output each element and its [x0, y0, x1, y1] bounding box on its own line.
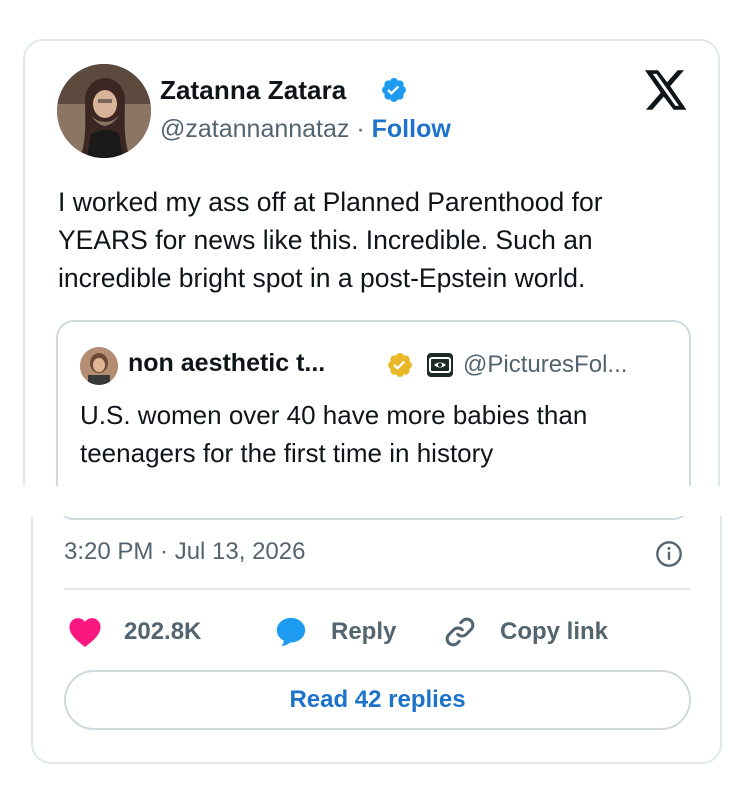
divider [64, 588, 690, 590]
reply-label: Reply [331, 618, 397, 645]
copy-link-button[interactable]: Copy link [442, 614, 608, 650]
quoted-author-name: non aesthetic t... [128, 349, 326, 377]
quoted-avatar [80, 347, 118, 385]
like-button[interactable]: 202.8K [68, 614, 201, 650]
tweet-timestamp[interactable]: 3:20 PM · Jul 13, 2026 [64, 538, 305, 566]
copy-link-label: Copy link [500, 618, 609, 645]
heart-icon [69, 618, 101, 648]
x-logo-icon[interactable] [645, 70, 688, 110]
author-handle[interactable]: @zatannannataz [160, 115, 349, 143]
quoted-tweet-text: U.S. women over 40 have more babies than… [80, 400, 588, 468]
blue-check-icon [382, 78, 406, 102]
read-replies-label: Read 42 replies [289, 686, 466, 713]
author-avatar[interactable] [57, 64, 151, 158]
card-separator [0, 486, 750, 516]
author-name[interactable]: Zatanna Zatara [160, 75, 346, 106]
follow-link[interactable]: Follow [372, 115, 451, 143]
separator-dot: · [356, 115, 372, 143]
reply-bubble-icon [276, 617, 306, 647]
gold-check-icon [388, 353, 412, 377]
like-count: 202.8K [124, 618, 202, 645]
reply-button[interactable]: Reply [273, 614, 396, 650]
affiliate-icon [427, 353, 453, 377]
link-icon [445, 617, 475, 647]
read-replies-button[interactable]: Read 42 replies [64, 670, 691, 730]
tweet-text: I worked my ass off at Planned Parenthoo… [58, 187, 603, 293]
author-handle-row: @zatannannataz · Follow [160, 115, 451, 144]
info-icon[interactable] [655, 540, 683, 568]
quoted-author-handle: @PicturesFol... [463, 351, 628, 378]
